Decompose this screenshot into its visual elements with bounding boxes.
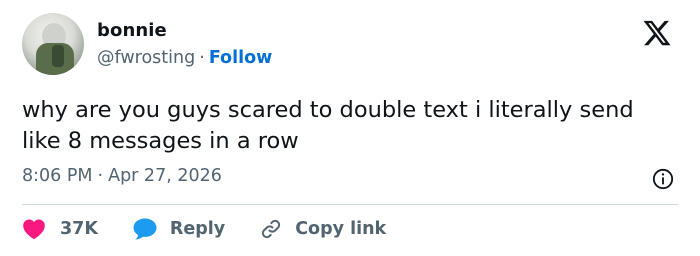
like-button[interactable]: 37K bbox=[22, 218, 98, 240]
info-icon[interactable] bbox=[652, 168, 674, 190]
author-handle-row: @fwrosting · Follow bbox=[97, 48, 272, 68]
separator-dot: · bbox=[199, 48, 205, 68]
divider bbox=[22, 204, 678, 205]
tweet-actions: 37K Reply Copy link bbox=[22, 215, 386, 243]
avatar[interactable] bbox=[22, 13, 84, 75]
separator-dot: · bbox=[97, 166, 104, 186]
copy-link-button[interactable]: Copy link bbox=[259, 217, 386, 241]
tweet-text: why are you guys scared to double text i… bbox=[22, 97, 634, 154]
tweet-timestamp[interactable]: 8:06 PM · Apr 27, 2026 bbox=[22, 166, 222, 186]
x-logo-icon[interactable] bbox=[642, 18, 672, 48]
follow-button[interactable]: Follow bbox=[209, 48, 272, 68]
copy-link-label: Copy link bbox=[295, 219, 387, 239]
link-icon bbox=[262, 219, 281, 239]
like-count: 37K bbox=[60, 219, 98, 239]
author-handle[interactable]: @fwrosting bbox=[97, 48, 195, 68]
reply-label: Reply bbox=[169, 219, 226, 239]
speech-bubble-icon bbox=[133, 218, 157, 240]
heart-icon bbox=[23, 219, 45, 240]
tweet-date: Apr 27, 2026 bbox=[108, 166, 222, 186]
reply-button[interactable]: Reply bbox=[132, 217, 225, 241]
tweet-time: 8:06 PM bbox=[22, 166, 93, 186]
author-name[interactable]: bonnie bbox=[97, 20, 167, 41]
avatar-figure bbox=[52, 45, 64, 67]
